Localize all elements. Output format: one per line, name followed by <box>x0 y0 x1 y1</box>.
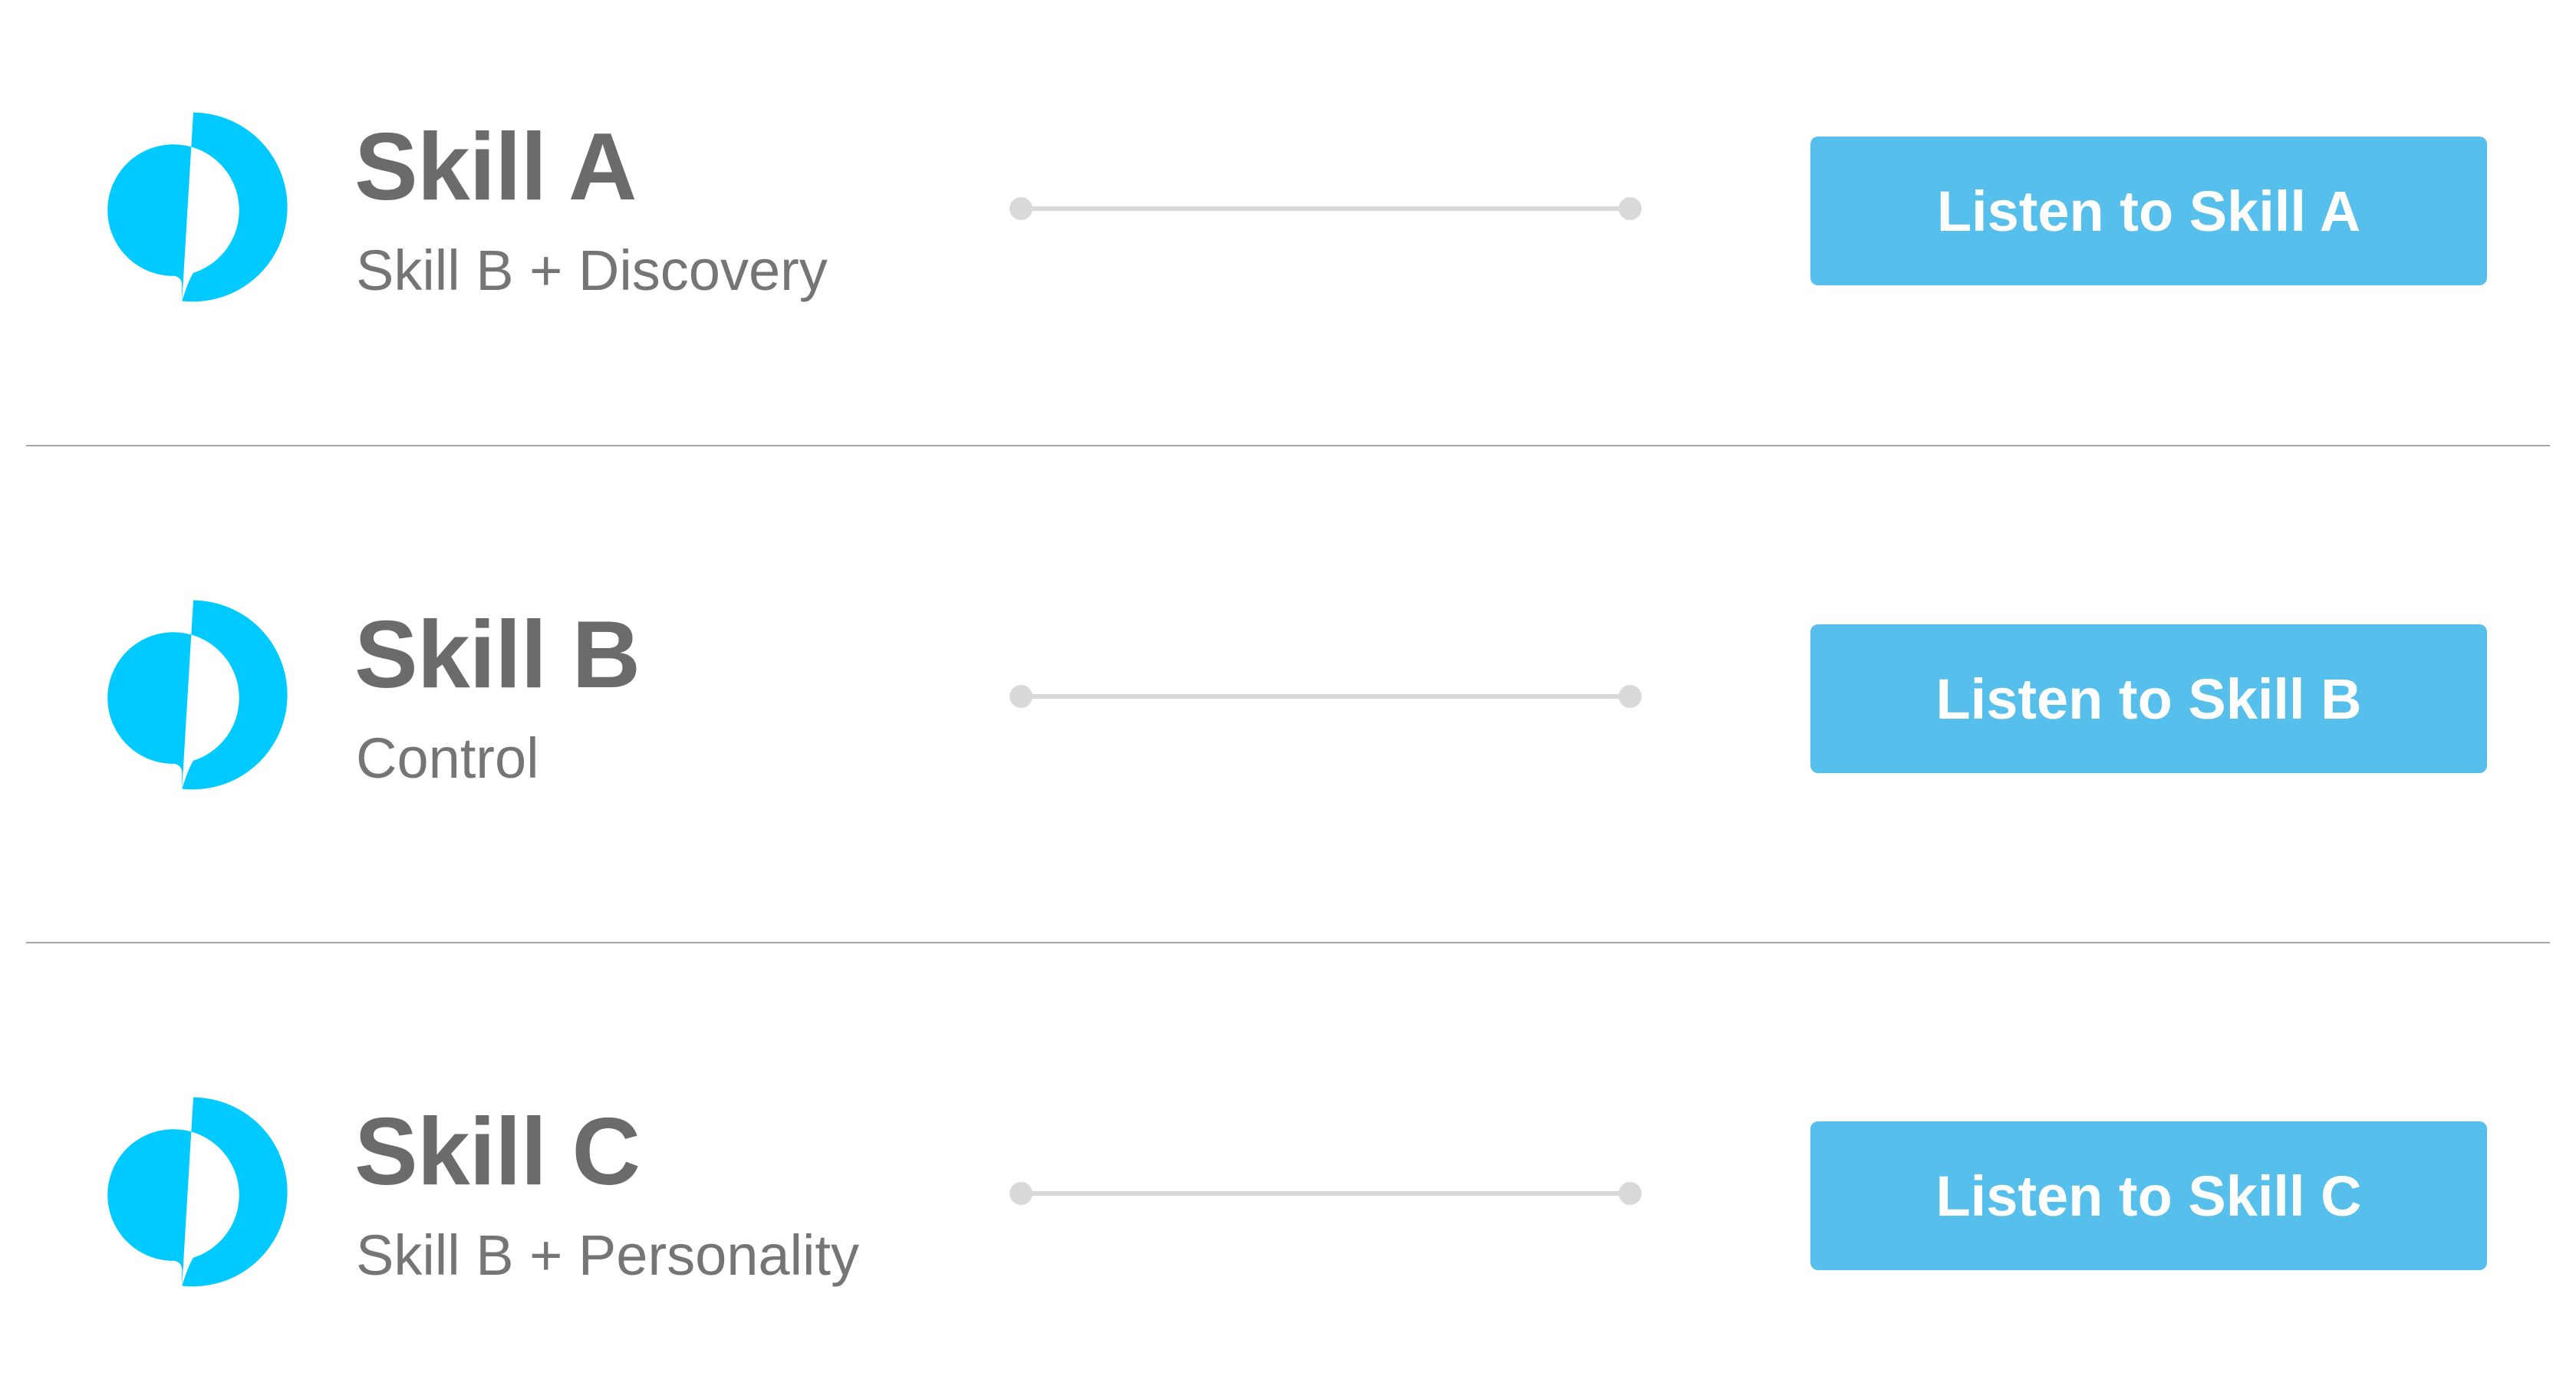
skill-title: Skill C <box>354 1099 641 1205</box>
skill-row-c: Skill C Skill B + Personality Listen to … <box>0 1043 2576 1350</box>
progress-start-handle[interactable] <box>1010 1182 1033 1205</box>
progress-line <box>1020 694 1631 699</box>
skill-row-a: Skill A Skill B + Discovery Listen to Sk… <box>0 58 2576 365</box>
skill-title: Skill A <box>354 114 637 220</box>
audio-progress-track[interactable] <box>1010 681 1642 712</box>
listen-skill-a-button[interactable]: Listen to Skill A <box>1810 137 2487 285</box>
listen-skill-c-button[interactable]: Listen to Skill C <box>1810 1121 2487 1270</box>
row-divider <box>26 445 2550 446</box>
progress-line <box>1020 206 1631 211</box>
listen-skill-b-button[interactable]: Listen to Skill B <box>1810 624 2487 773</box>
alexa-ring-icon <box>91 1089 296 1295</box>
row-divider <box>26 942 2550 943</box>
progress-start-handle[interactable] <box>1010 685 1033 708</box>
progress-end-dot <box>1619 1182 1642 1205</box>
progress-end-dot <box>1619 685 1642 708</box>
progress-end-dot <box>1619 197 1642 220</box>
skill-subtitle: Control <box>356 726 539 790</box>
skill-title: Skill B <box>354 602 641 708</box>
progress-start-handle[interactable] <box>1010 197 1033 220</box>
alexa-ring-icon <box>91 592 296 798</box>
skill-row-b: Skill B Control Listen to Skill B <box>0 546 2576 853</box>
skill-subtitle: Skill B + Personality <box>356 1223 859 1287</box>
skill-comparison-page: Skill A Skill B + Discovery Listen to Sk… <box>0 0 2576 1399</box>
skill-subtitle: Skill B + Discovery <box>356 239 828 302</box>
progress-line <box>1020 1191 1631 1196</box>
audio-progress-track[interactable] <box>1010 1178 1642 1209</box>
alexa-ring-icon <box>91 104 296 310</box>
audio-progress-track[interactable] <box>1010 193 1642 224</box>
